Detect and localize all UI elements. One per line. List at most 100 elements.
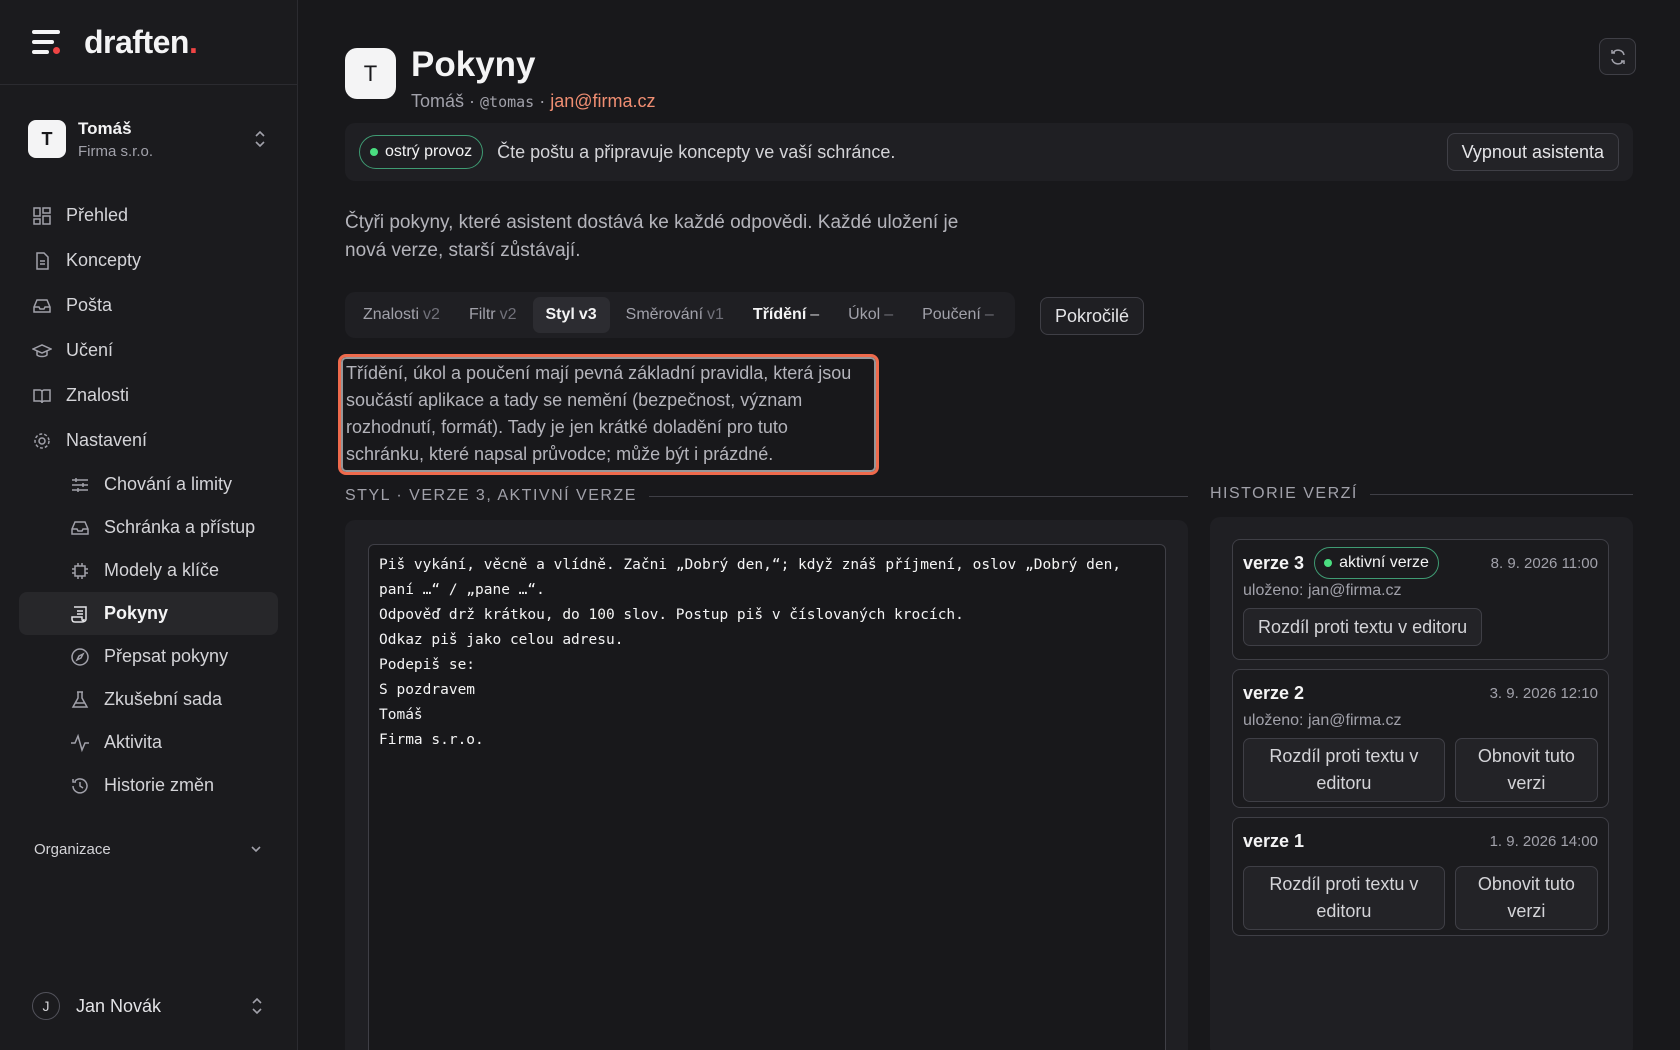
restore-version-button[interactable]: Obnovit tuto verzi (1454, 738, 1598, 802)
intro-text: Čtyři pokyny, které asistent dostává ke … (345, 212, 959, 261)
book-icon (33, 388, 51, 403)
settings-subnav: Chování a limity Schránka a přístup Mode… (0, 463, 297, 807)
tab-smerovani[interactable]: Směrování v1 (613, 297, 737, 333)
owner-handle: @tomas (480, 92, 535, 111)
brand-logo[interactable]: draften. (84, 24, 198, 61)
subnav-item-schranka[interactable]: Schránka a přístup (19, 506, 278, 549)
tab-pouceni[interactable]: Poučení – (909, 297, 1007, 333)
organization-toggle[interactable]: Organizace (0, 829, 297, 869)
tab-label: Poučení (922, 306, 981, 323)
main-content: T Pokyny Tomáš · @tomas · jan@firma.cz o… (298, 0, 1680, 1050)
version-card-3: verze 3 aktivní verze 8. 9. 2026 11:00 u… (1232, 539, 1609, 660)
account-name: Tomáš (78, 118, 132, 138)
tab-label: Úkol (848, 306, 881, 323)
version-saved-by: uloženo: jan@firma.cz (1243, 712, 1402, 729)
chip-icon (72, 562, 88, 579)
version-history-panel: verze 3 aktivní verze 8. 9. 2026 11:00 u… (1210, 517, 1633, 1050)
nav-item-uceni[interactable]: Učení (0, 328, 297, 373)
diff-button[interactable]: Rozdíl proti textu v editoru (1243, 608, 1483, 646)
activity-icon (71, 733, 89, 752)
tab-styl[interactable]: Styl v3 (532, 297, 610, 333)
subnav-item-pokyny[interactable]: Pokyny (19, 592, 278, 635)
nav-label: Nastavení (66, 430, 148, 450)
history-section-title: HISTORIE VERZÍ (1210, 485, 1633, 503)
style-instruction-editor[interactable]: Piš vykání, věcně a vlídně. Začni „Dobrý… (368, 544, 1166, 1050)
nav-item-znalosti[interactable]: Znalosti (0, 373, 297, 418)
mailbox-identity: Tomáš · @tomas · jan@firma.cz (411, 91, 656, 112)
account-avatar: T (28, 120, 66, 158)
inbox-icon (33, 298, 51, 313)
account-org: Firma s.r.o. (78, 142, 154, 160)
subnav-item-modely[interactable]: Modely a klíče (19, 549, 278, 592)
account-switcher[interactable]: T Tomáš Firma s.r.o. (0, 85, 297, 193)
subnav-item-prepsat[interactable]: Přepsat pokyny (19, 635, 278, 678)
chevron-down-icon (251, 846, 261, 853)
editor-section-title: STYL · VERZE 3, AKTIVNÍ VERZE (345, 487, 1188, 505)
assistant-status-bar: ostrý provoz Čte poštu a připravuje konc… (345, 123, 1633, 181)
version-date: 8. 9. 2026 11:00 (1490, 554, 1598, 572)
history-icon (72, 777, 88, 794)
owner-name: Tomáš (411, 90, 465, 111)
nav-item-koncepty[interactable]: Koncepty (0, 238, 297, 283)
nav-label: Koncepty (66, 250, 142, 270)
refresh-button[interactable] (1599, 38, 1636, 75)
status-badge-label: ostrý provoz (385, 143, 473, 160)
tab-ukol[interactable]: Úkol – (835, 297, 906, 333)
editor-panel: Piš vykání, věcně a vlídně. Začni „Dobrý… (345, 520, 1188, 1050)
nav-label: Přehled (66, 205, 129, 225)
tab-label: Styl (545, 306, 575, 323)
instruction-tabs: Znalosti v2 Filtr v2 Styl v3 Směrování v1 Tř… (345, 292, 1015, 338)
nav-item-posta[interactable]: Pošta (0, 283, 297, 328)
menu-icon[interactable] (32, 30, 60, 54)
tab-version: v3 (578, 306, 597, 323)
document-icon (36, 251, 49, 270)
tab-version: v2 (499, 306, 517, 323)
tab-znalosti[interactable]: Znalosti v2 (350, 297, 453, 333)
subnav-label: Aktivita (104, 732, 163, 752)
sidebar: draften. T Tomáš Firma s.r.o. Přehled Ko… (0, 0, 298, 1050)
disable-assistant-button[interactable]: Vypnout asistenta (1446, 133, 1619, 171)
subnav-item-historie[interactable]: Historie změn (19, 764, 278, 807)
status-badge: ostrý provoz (359, 135, 484, 169)
section-title-text: HISTORIE VERZÍ (1210, 485, 1358, 502)
page-header: T Pokyny Tomáš · @tomas · jan@firma.cz (345, 45, 656, 112)
user-avatar: J (32, 992, 60, 1020)
restore-version-button[interactable]: Obnovit tuto verzi (1454, 866, 1598, 930)
tab-label: Znalosti (363, 306, 420, 323)
highlighted-info-note: Třídění, úkol a poučení mají pevná zákla… (338, 354, 879, 475)
subnav-item-chovani[interactable]: Chování a limity (19, 463, 278, 506)
nav-label: Pošta (66, 295, 113, 315)
version-name: verze 1 (1243, 830, 1305, 851)
flask-icon (71, 690, 89, 708)
scroll-icon (71, 605, 87, 623)
diff-button[interactable]: Rozdíl proti textu v editoru (1243, 866, 1445, 930)
separator: · (464, 90, 481, 111)
grid-icon (33, 206, 51, 225)
advanced-button[interactable]: Pokročilé (1040, 297, 1145, 335)
tab-trideni[interactable]: Třídění – (740, 297, 832, 333)
user-menu[interactable]: J Jan Novák (0, 986, 298, 1026)
subnav-label: Schránka a přístup (104, 517, 256, 537)
nav-label: Znalosti (66, 385, 130, 405)
mailbox-avatar: T (345, 48, 396, 99)
organization-label: Organizace (34, 840, 111, 858)
diff-button[interactable]: Rozdíl proti textu v editoru (1243, 738, 1445, 802)
active-version-badge: aktivní verze (1314, 547, 1439, 579)
nav-item-prehled[interactable]: Přehled (0, 193, 297, 238)
status-text: Čte poštu a připravuje koncepty ve vaší … (497, 141, 896, 162)
gear-icon (34, 432, 50, 449)
chevron-up-down-icon (252, 997, 262, 1015)
section-title-text: STYL · VERZE 3, AKTIVNÍ VERZE (345, 487, 637, 504)
owner-email-link[interactable]: jan@firma.cz (550, 91, 655, 111)
subnav-item-aktivita[interactable]: Aktivita (19, 721, 278, 764)
tab-filtr[interactable]: Filtr v2 (456, 297, 530, 333)
brand-row: draften. (0, 0, 297, 85)
subnav-item-zkusebni[interactable]: Zkušební sada (19, 678, 278, 721)
graduation-cap-icon (32, 343, 52, 357)
subnav-label: Historie změn (104, 775, 215, 795)
subnav-label: Modely a klíče (104, 560, 220, 580)
nav-item-nastaveni[interactable]: Nastavení (0, 418, 297, 463)
tab-version: – (884, 306, 894, 323)
chevron-up-down-icon (255, 130, 265, 148)
main-nav: Přehled Koncepty Pošta Učení Znalosti Na… (0, 193, 297, 463)
